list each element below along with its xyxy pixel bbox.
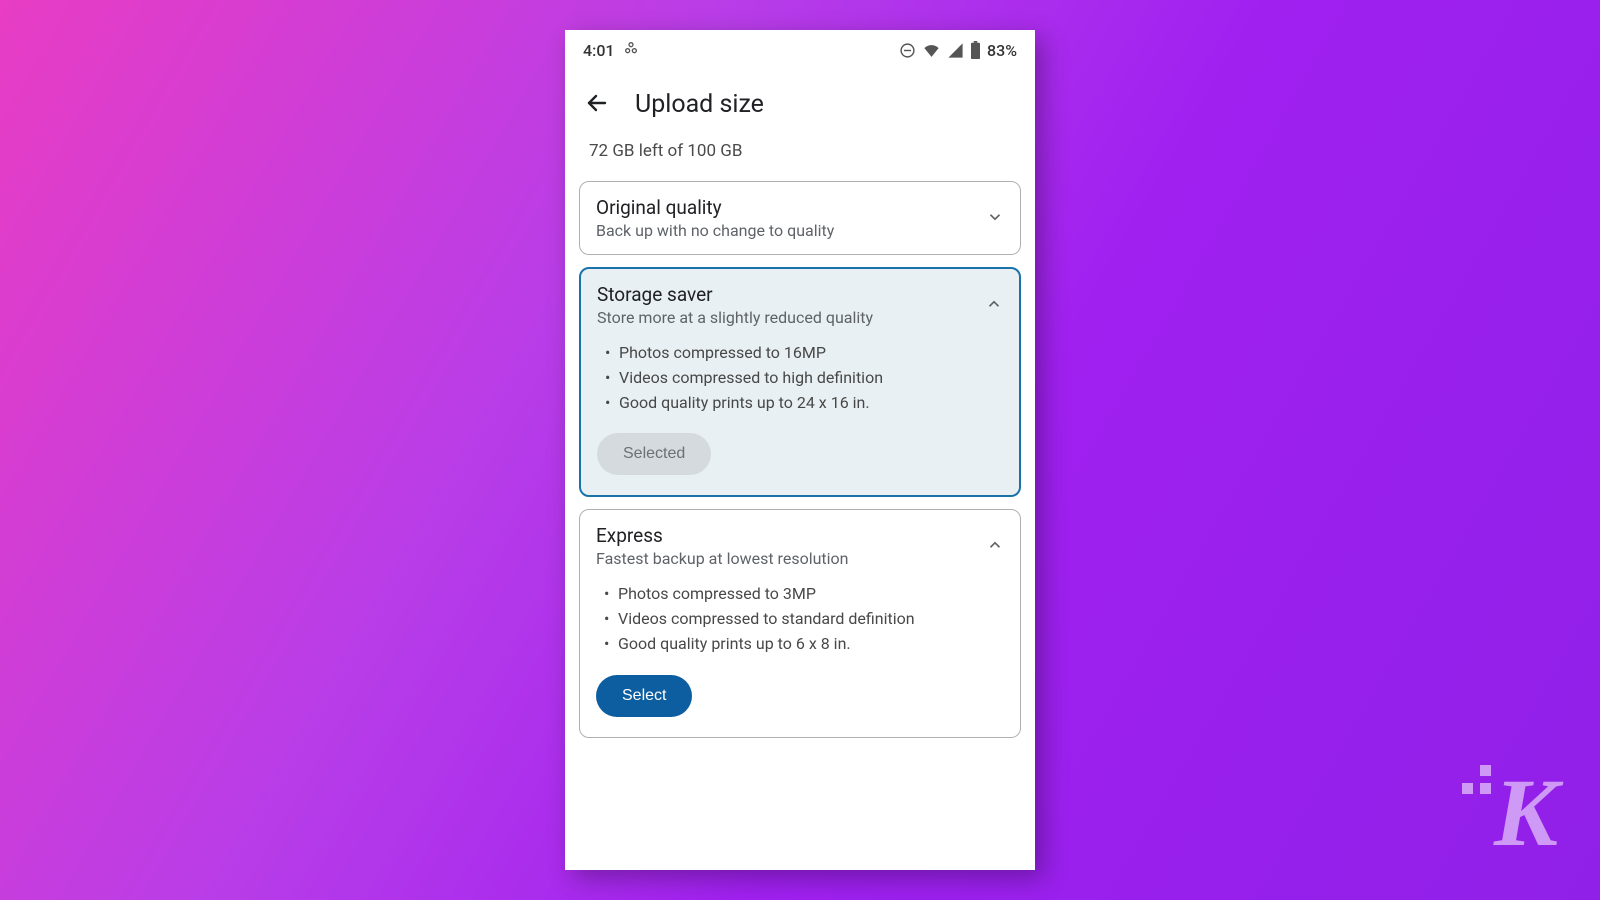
bullet-item: Photos compressed to 3MP — [604, 582, 1004, 607]
watermark-logo: K — [1494, 775, 1552, 852]
wifi-icon — [922, 42, 941, 59]
option-storage-saver[interactable]: Storage saver Store more at a slightly r… — [579, 267, 1021, 497]
status-bar: 4:01 83% — [565, 30, 1035, 66]
storage-remaining-text: 72 GB left of 100 GB — [565, 137, 1035, 181]
chevron-up-icon — [985, 295, 1003, 317]
option-subtitle: Fastest backup at lowest resolution — [596, 549, 849, 568]
bullet-item: Videos compressed to high definition — [605, 366, 1003, 391]
option-subtitle: Back up with no change to quality — [596, 221, 834, 240]
battery-icon — [970, 41, 981, 59]
option-title: Original quality — [596, 196, 834, 219]
status-icons: 83% — [899, 41, 1017, 60]
chevron-down-icon — [986, 208, 1004, 230]
bullet-item: Good quality prints up to 24 x 16 in. — [605, 391, 1003, 416]
app-header: Upload size — [565, 66, 1035, 137]
bullet-item: Videos compressed to standard definition — [604, 607, 1004, 632]
back-arrow-icon[interactable] — [585, 91, 609, 119]
bullet-item: Photos compressed to 16MP — [605, 341, 1003, 366]
option-subtitle: Store more at a slightly reduced quality — [597, 308, 873, 327]
selected-button: Selected — [597, 433, 711, 475]
dnd-icon — [899, 42, 916, 59]
bullet-item: Good quality prints up to 6 x 8 in. — [604, 632, 1004, 657]
signal-icon — [947, 42, 964, 59]
option-title: Express — [596, 524, 849, 547]
app-indicator-icon — [623, 40, 639, 60]
upload-options-list: Original quality Back up with no change … — [565, 181, 1035, 738]
status-time: 4:01 — [583, 41, 615, 60]
option-title: Storage saver — [597, 283, 873, 306]
chevron-up-icon — [986, 536, 1004, 558]
page-title: Upload size — [635, 90, 764, 119]
option-express[interactable]: Express Fastest backup at lowest resolut… — [579, 509, 1021, 737]
phone-screen: 4:01 83% Upload size 72 GB lef — [565, 30, 1035, 870]
option-details: Photos compressed to 3MP Videos compress… — [596, 582, 1004, 656]
select-button[interactable]: Select — [596, 675, 692, 717]
watermark-letter: K — [1494, 759, 1552, 866]
battery-percent: 83% — [987, 41, 1017, 60]
option-details: Photos compressed to 16MP Videos compres… — [597, 341, 1003, 415]
option-original-quality[interactable]: Original quality Back up with no change … — [579, 181, 1021, 255]
